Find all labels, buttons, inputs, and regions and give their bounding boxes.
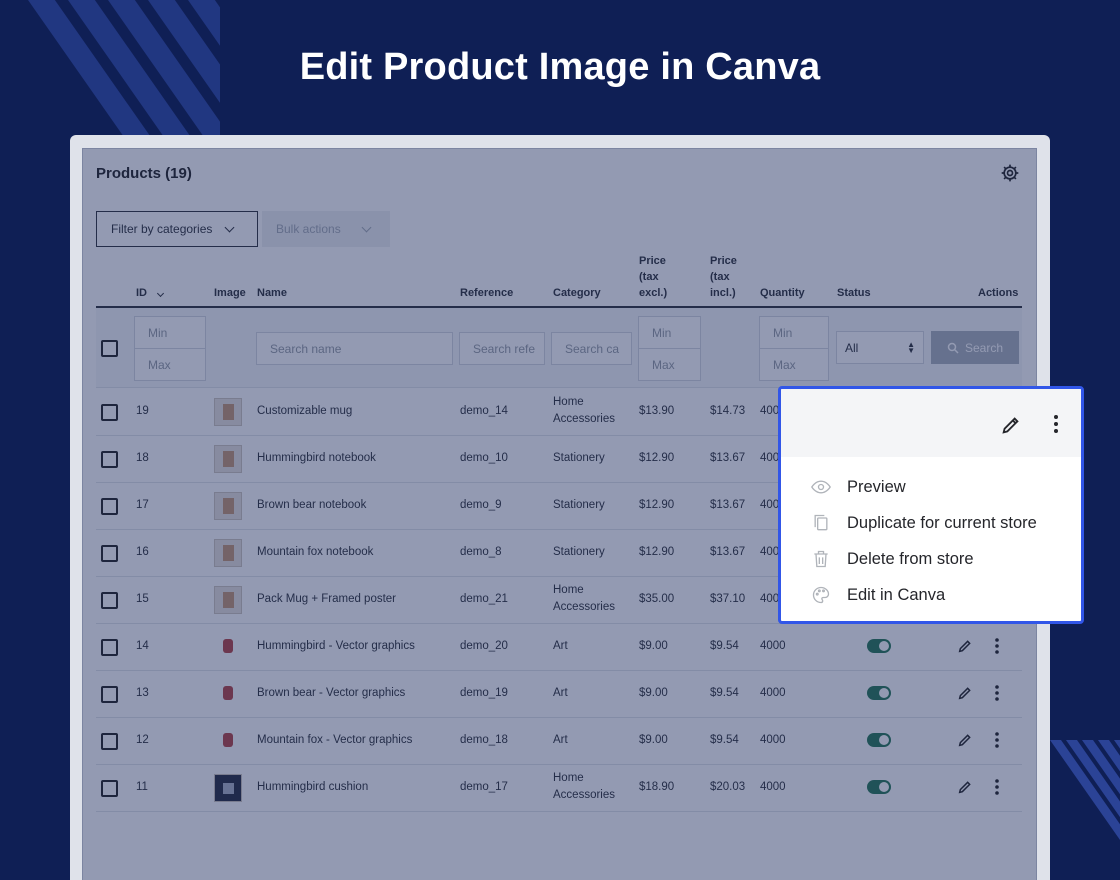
menu-item-label: Duplicate for current store — [847, 513, 1037, 532]
menu-item-label: Edit in Canva — [847, 585, 946, 604]
menu-item-label: Preview — [847, 477, 906, 496]
row-actions-popup: Preview Duplicate for current store Dele… — [778, 386, 1084, 624]
popup-header — [781, 389, 1081, 457]
eye-icon — [811, 480, 831, 494]
decorative-stripes-bottom-right — [1040, 740, 1120, 880]
menu-item-edit-in-canva[interactable]: Edit in Canva — [811, 583, 945, 607]
more-vertical-icon[interactable] — [1053, 414, 1059, 434]
copy-icon — [814, 514, 828, 531]
menu-item-delete[interactable]: Delete from store — [811, 547, 974, 571]
palette-icon — [812, 586, 830, 604]
menu-item-duplicate[interactable]: Duplicate for current store — [811, 511, 1037, 535]
trash-icon — [814, 550, 828, 568]
menu-item-label: Delete from store — [847, 549, 974, 568]
pencil-icon[interactable] — [1000, 414, 1022, 436]
menu-item-preview[interactable]: Preview — [811, 475, 906, 499]
hero-title: Edit Product Image in Canva — [299, 46, 821, 88]
